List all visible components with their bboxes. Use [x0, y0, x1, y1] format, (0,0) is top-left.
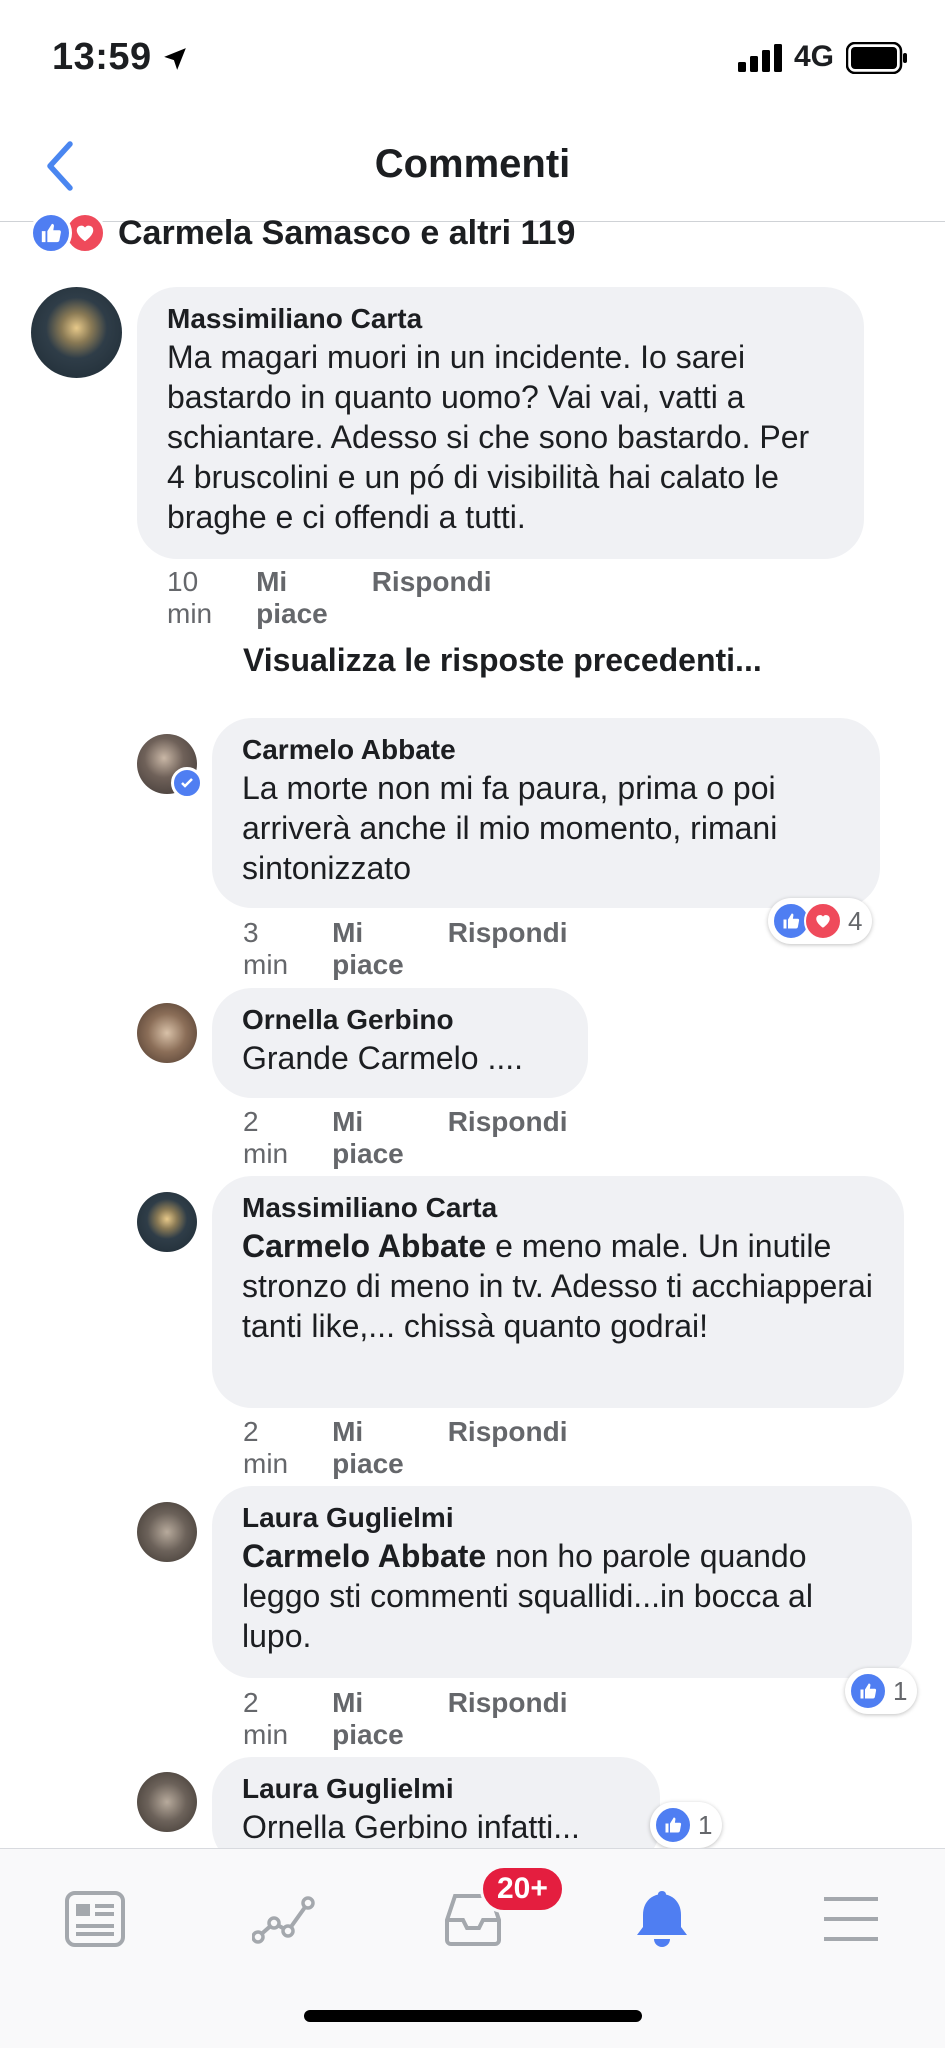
like-button[interactable]: Mi piace — [332, 1416, 404, 1480]
comment-time: 2 min — [243, 1687, 289, 1750]
reaction-icons — [30, 212, 106, 254]
view-previous-replies-link[interactable]: Visualizza le risposte precedenti... — [243, 642, 762, 679]
tab-menu[interactable] — [811, 1879, 891, 1959]
comment-actions: 10 min Mi piace Rispondi — [167, 566, 535, 630]
comment-bubble: Laura Guglielmi Carmelo Abbate non ho pa… — [212, 1486, 912, 1678]
nav-bar: Commenti — [0, 110, 945, 222]
comment-text: Carmelo Abbate non ho parole quando legg… — [242, 1536, 882, 1656]
news-feed-icon — [65, 1891, 125, 1947]
reactions-summary-text: Carmela Samasco e altri 119 — [118, 213, 576, 252]
battery-icon — [846, 42, 907, 74]
comment-time: 10 min — [167, 566, 213, 629]
comment-actions: 2 min Mi piace Rispondi — [243, 1106, 611, 1170]
comment-actions: 2 min Mi piace Rispondi — [243, 1687, 611, 1751]
comment-author[interactable]: Massimiliano Carta — [242, 1192, 874, 1224]
comment-author[interactable]: Laura Guglielmi — [242, 1773, 630, 1805]
comment-bubble: Massimiliano Carta Ma magari muori in un… — [137, 287, 864, 559]
reply-button[interactable]: Rispondi — [448, 1687, 568, 1751]
status-bar: 13:59 4G — [0, 0, 945, 110]
like-button[interactable]: Mi piace — [332, 1106, 404, 1170]
comment-bubble: Carmelo Abbate La morte non mi fa paura,… — [212, 718, 880, 908]
signal-icon — [738, 44, 782, 72]
like-reaction-icon — [849, 1672, 887, 1710]
avatar[interactable] — [137, 1192, 197, 1252]
comment-time: 3 min — [243, 917, 289, 980]
comment-text: La morte non mi fa paura, prima o poi ar… — [242, 770, 778, 886]
like-reaction-icon — [654, 1806, 692, 1844]
like-button[interactable]: Mi piace — [332, 917, 404, 981]
avatar[interactable] — [31, 287, 122, 378]
page-title: Commenti — [374, 142, 571, 186]
reactions-summary[interactable]: Carmela Samasco e altri 119 — [30, 210, 575, 256]
comment-text: Ma magari muori in un incidente. Io sare… — [167, 339, 810, 535]
home-indicator[interactable] — [304, 2010, 642, 2022]
reply-button[interactable]: Rispondi — [448, 1106, 568, 1170]
comment-text: Grande Carmelo .... — [242, 1040, 523, 1076]
reply-button[interactable]: Rispondi — [448, 1416, 568, 1480]
comment-actions: 2 min Mi piace Rispondi — [243, 1416, 611, 1480]
reaction-count: 1 — [893, 1675, 908, 1706]
like-button[interactable]: Mi piace — [256, 566, 328, 630]
comment-actions: 3 min Mi piace Rispondi — [243, 917, 611, 981]
like-reaction-icon — [30, 212, 72, 254]
comment-author[interactable]: Massimiliano Carta — [167, 303, 834, 335]
network-label: 4G — [794, 40, 835, 73]
comment-author[interactable]: Carmelo Abbate — [242, 734, 850, 766]
comment-bubble: Ornella Gerbino Grande Carmelo .... — [212, 988, 588, 1098]
comment-author[interactable]: Ornella Gerbino — [242, 1004, 558, 1036]
status-time: 13:59 — [52, 36, 152, 78]
love-reaction-icon — [804, 902, 842, 940]
reply-button[interactable]: Rispondi — [448, 917, 568, 981]
reply-button[interactable]: Rispondi — [372, 566, 492, 630]
avatar[interactable] — [137, 1502, 197, 1562]
reaction-count: 4 — [848, 905, 863, 936]
tab-insights[interactable] — [244, 1879, 324, 1959]
comment-time: 2 min — [243, 1416, 289, 1479]
inbox-badge: 20+ — [480, 1865, 565, 1913]
comment-time: 2 min — [243, 1106, 289, 1169]
comment-text: Ornella Gerbino infatti... — [242, 1809, 580, 1845]
bell-icon — [637, 1891, 687, 1947]
mention-link[interactable]: Carmelo Abbate — [242, 1228, 486, 1264]
comment-reactions[interactable]: 1 — [650, 1802, 723, 1848]
comment-author[interactable]: Laura Guglielmi — [242, 1502, 882, 1534]
reaction-count: 1 — [698, 1809, 713, 1840]
comment-text: Carmelo Abbate e meno male. Un inutile s… — [242, 1226, 874, 1346]
avatar[interactable] — [137, 1772, 197, 1832]
graph-icon — [252, 1896, 315, 1944]
menu-icon — [824, 1897, 878, 1941]
avatar[interactable] — [137, 1003, 197, 1063]
comment-bubble: Massimiliano Carta Carmelo Abbate e meno… — [212, 1176, 904, 1408]
tab-notifications[interactable] — [622, 1879, 702, 1959]
location-arrow-icon — [164, 48, 186, 70]
tab-news-feed[interactable] — [55, 1879, 135, 1959]
verified-badge-icon — [171, 767, 203, 799]
comment-reactions[interactable]: 4 — [768, 898, 873, 944]
like-button[interactable]: Mi piace — [332, 1687, 404, 1751]
mention-link[interactable]: Carmelo Abbate — [242, 1538, 486, 1574]
comment-reactions[interactable]: 1 — [845, 1668, 918, 1714]
